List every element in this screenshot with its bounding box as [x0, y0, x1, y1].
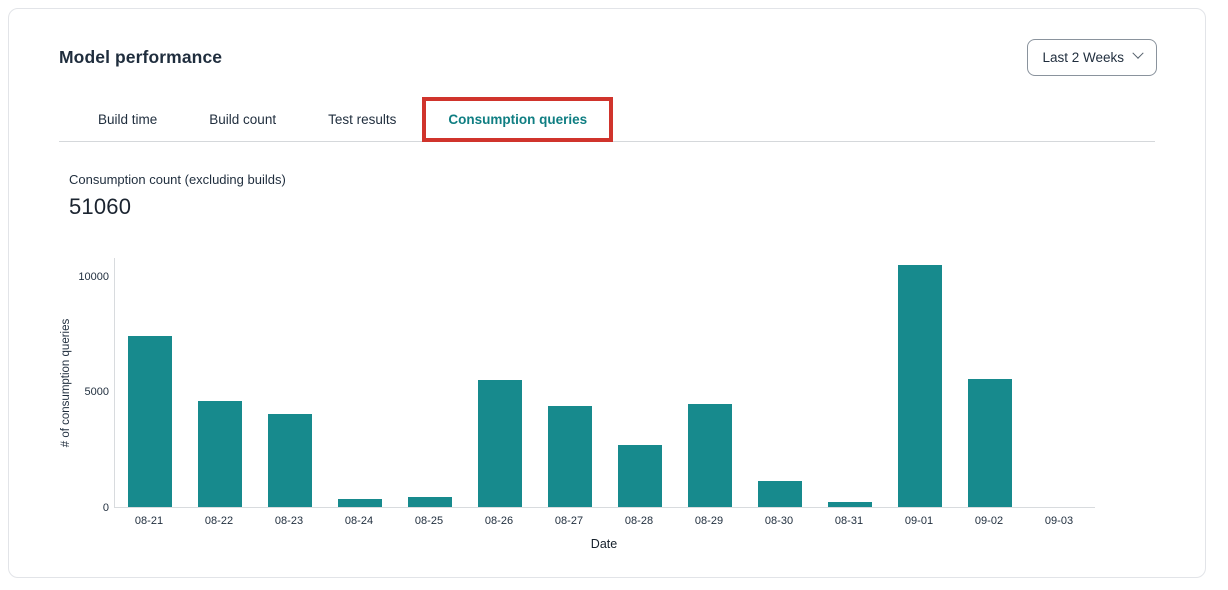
x-tick-label: 09-03 — [1024, 515, 1094, 527]
metric-value: 51060 — [69, 194, 1205, 220]
bar-slot — [815, 258, 885, 507]
x-tick-label: 08-26 — [464, 515, 534, 527]
x-tick-label: 08-21 — [114, 515, 184, 527]
bar-slot — [605, 258, 675, 507]
bar-09-02[interactable] — [968, 379, 1012, 507]
tab-consumption-queries[interactable]: Consumption queries — [422, 100, 613, 141]
bar-08-23[interactable] — [268, 414, 312, 507]
x-tick-label: 08-27 — [534, 515, 604, 527]
tab-build-count[interactable]: Build count — [183, 100, 302, 141]
tab-test-results[interactable]: Test results — [302, 100, 422, 141]
bar-slot — [325, 258, 395, 507]
bar-08-29[interactable] — [688, 404, 732, 507]
page-title: Model performance — [59, 47, 222, 68]
bar-slot — [955, 258, 1025, 507]
metric-label: Consumption count (excluding builds) — [69, 172, 1205, 187]
bar-08-24[interactable] — [338, 499, 382, 507]
tab-build-time[interactable]: Build time — [72, 100, 183, 141]
bars-row — [115, 258, 1095, 507]
x-tick-label: 08-28 — [604, 515, 674, 527]
x-tick-label: 08-24 — [324, 515, 394, 527]
bar-08-28[interactable] — [618, 445, 662, 507]
x-axis-ticks: 08-2108-2208-2308-2408-2508-2608-2708-28… — [114, 515, 1094, 527]
tab-label: Test results — [328, 112, 396, 127]
bar-08-30[interactable] — [758, 481, 802, 507]
bar-08-27[interactable] — [548, 406, 592, 507]
date-range-dropdown[interactable]: Last 2 Weeks — [1027, 39, 1157, 76]
x-tick-label: 08-22 — [184, 515, 254, 527]
x-tick-label: 08-30 — [744, 515, 814, 527]
plot-area — [114, 258, 1095, 508]
bar-slot — [115, 258, 185, 507]
card-header: Model performance Last 2 Weeks — [9, 9, 1205, 76]
y-tick-label: 0 — [103, 502, 109, 514]
bar-08-22[interactable] — [198, 401, 242, 507]
tab-label: Build count — [209, 112, 276, 127]
tab-label: Consumption queries — [448, 112, 587, 127]
bar-slot — [535, 258, 605, 507]
tab-label: Build time — [98, 112, 157, 127]
model-performance-card: Model performance Last 2 Weeks Build tim… — [8, 8, 1206, 578]
x-tick-label: 09-01 — [884, 515, 954, 527]
x-axis-title: Date — [114, 537, 1094, 551]
bar-slot — [185, 258, 255, 507]
bar-slot — [675, 258, 745, 507]
y-tick-label: 5000 — [85, 386, 109, 398]
bar-09-01[interactable] — [898, 265, 942, 507]
bar-slot — [465, 258, 535, 507]
x-tick-label: 08-23 — [254, 515, 324, 527]
tab-bar: Build time Build count Test results Cons… — [59, 100, 1155, 142]
bar-slot — [1025, 258, 1095, 507]
x-tick-label: 09-02 — [954, 515, 1024, 527]
bar-slot — [885, 258, 955, 507]
x-tick-label: 08-25 — [394, 515, 464, 527]
bar-08-21[interactable] — [128, 336, 172, 507]
metric-block: Consumption count (excluding builds) 510… — [69, 172, 1205, 220]
x-tick-label: 08-29 — [674, 515, 744, 527]
bar-08-25[interactable] — [408, 497, 452, 507]
consumption-queries-bar-chart: # of consumption queries 0500010000 08-2… — [9, 258, 1205, 558]
bar-slot — [255, 258, 325, 507]
x-tick-label: 08-31 — [814, 515, 884, 527]
bar-slot — [745, 258, 815, 507]
bar-08-26[interactable] — [478, 380, 522, 507]
y-tick-label: 10000 — [78, 271, 109, 283]
bar-slot — [395, 258, 465, 507]
y-axis-ticks: 0500010000 — [9, 258, 109, 508]
chevron-down-icon — [1132, 48, 1143, 59]
date-range-value: Last 2 Weeks — [1042, 50, 1124, 65]
bar-08-31[interactable] — [828, 502, 872, 507]
